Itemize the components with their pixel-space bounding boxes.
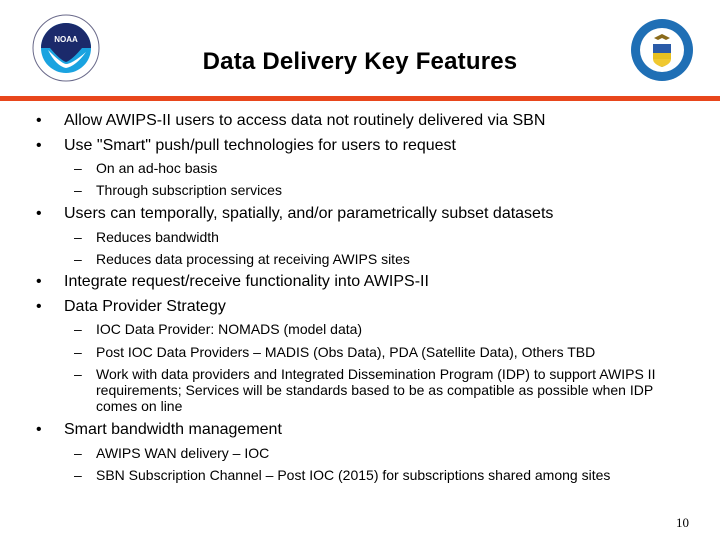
slide-title: Data Delivery Key Features xyxy=(202,48,518,75)
bullet-marker: • xyxy=(36,112,42,129)
sub-bullet-marker: – xyxy=(74,160,82,176)
sub-bullet-text: Reduces bandwidth xyxy=(96,229,219,245)
sub-bullet-text: Reduces data processing at receiving AWI… xyxy=(96,251,410,267)
bullet-text: Users can temporally, spatially, and/or … xyxy=(64,205,554,222)
bullet-marker: • xyxy=(36,421,42,438)
sub-bullet-text: AWIPS WAN delivery – IOC xyxy=(96,445,270,461)
bullet-text: Smart bandwidth management xyxy=(64,421,282,438)
sub-bullet-marker: – xyxy=(74,445,82,461)
bullet-marker: • xyxy=(36,205,42,222)
sub-bullet-marker: – xyxy=(74,182,82,198)
bullet-text: Use "Smart" push/pull technologies for u… xyxy=(64,137,456,154)
sub-bullet-marker: – xyxy=(74,229,82,245)
sub-bullet-marker: – xyxy=(74,467,82,483)
sub-bullet-marker: – xyxy=(74,321,82,337)
bullet-marker: • xyxy=(36,298,42,315)
bullet-text: Integrate request/receive functionality … xyxy=(64,273,429,290)
bullet-marker: • xyxy=(36,137,42,154)
title-divider xyxy=(0,96,720,101)
sub-bullet-text: Through subscription services xyxy=(96,182,282,198)
bullet-text: Allow AWIPS-II users to access data not … xyxy=(64,112,546,129)
page-number: 10 xyxy=(676,515,689,530)
department-of-commerce-seal-icon xyxy=(631,19,693,81)
sub-bullet-text: SBN Subscription Channel – Post IOC (201… xyxy=(96,467,611,483)
sub-bullet-marker: – xyxy=(74,251,82,267)
sub-bullet-text: Post IOC Data Providers – MADIS (Obs Dat… xyxy=(96,344,596,360)
bullet-text: Data Provider Strategy xyxy=(64,298,226,315)
sub-bullet-marker: – xyxy=(74,366,82,382)
sub-bullet-text: Work with data providers and Integrated … xyxy=(96,366,656,414)
svg-text:NOAA: NOAA xyxy=(54,35,78,44)
sub-bullet-text: On an ad-hoc basis xyxy=(96,160,218,176)
sub-bullet-text: IOC Data Provider: NOMADS (model data) xyxy=(96,321,363,337)
sub-bullet-marker: – xyxy=(74,344,82,360)
bullet-marker: • xyxy=(36,273,42,290)
